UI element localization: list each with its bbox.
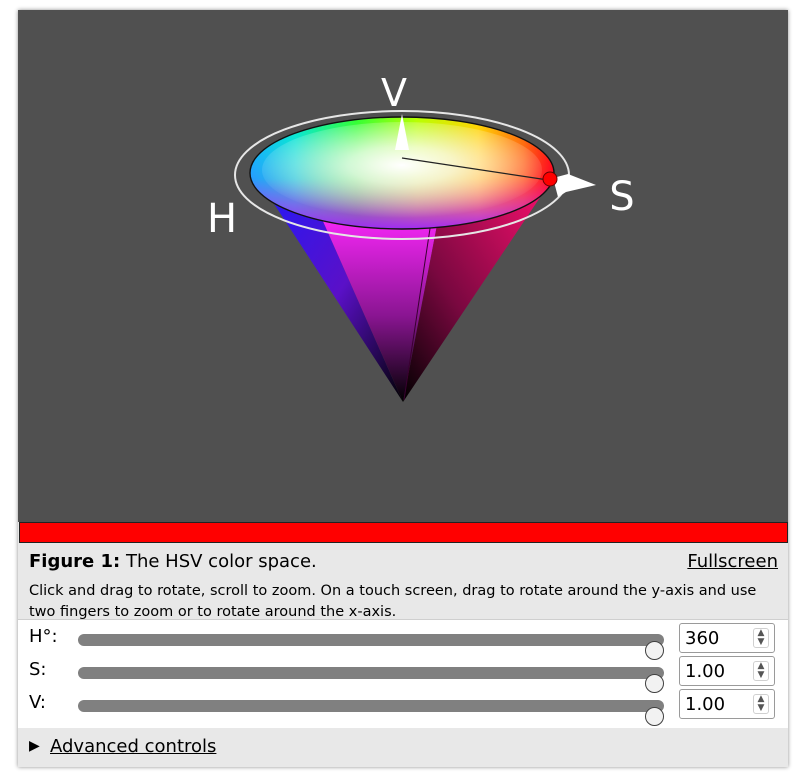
saturation-spinner-icon[interactable]: ▲ ▼ bbox=[753, 661, 769, 681]
value-label: V: bbox=[29, 692, 46, 713]
saturation-number-input[interactable]: 1.00 ▲ ▼ bbox=[679, 656, 775, 686]
hue-control-row: H°: 360 ▲ ▼ bbox=[18, 622, 788, 660]
current-color-marker bbox=[542, 171, 558, 187]
figure-label: Figure 1: bbox=[29, 551, 121, 572]
figure-description: Click and drag to rotate, scroll to zoom… bbox=[29, 583, 757, 620]
figure-caption: Figure 1: The HSV color space. Fullscree… bbox=[18, 543, 788, 620]
hsv-controls: H°: 360 ▲ ▼ S: 1.00 ▲ ▼ V: 1.00 ▲ ▼ bbox=[18, 620, 788, 728]
fullscreen-link[interactable]: Fullscreen bbox=[687, 551, 778, 572]
figure-frame: V S H Figure 1: The HSV color space. Ful… bbox=[18, 10, 788, 767]
hue-number-input[interactable]: 360 ▲ ▼ bbox=[679, 623, 775, 653]
value-control-row: V: 1.00 ▲ ▼ bbox=[18, 688, 788, 726]
figure-heading: Figure 1: The HSV color space. bbox=[29, 551, 317, 572]
value-spinner-icon[interactable]: ▲ ▼ bbox=[753, 694, 769, 714]
hue-spinner-icon[interactable]: ▲ ▼ bbox=[753, 628, 769, 648]
advanced-controls-toggle[interactable]: ▶ Advanced controls bbox=[18, 729, 788, 767]
value-slider[interactable] bbox=[78, 700, 664, 726]
hue-slider[interactable] bbox=[78, 634, 664, 660]
s-axis-label: S bbox=[609, 174, 634, 220]
triangle-right-icon: ▶ bbox=[29, 738, 40, 754]
hue-label: H°: bbox=[29, 626, 58, 647]
saturation-label: S: bbox=[29, 659, 47, 680]
h-axis-label: H bbox=[207, 196, 237, 242]
v-axis-label: V bbox=[381, 71, 407, 115]
saturation-value: 1.00 bbox=[685, 661, 726, 682]
saturation-control-row: S: 1.00 ▲ ▼ bbox=[18, 655, 788, 693]
advanced-controls-label[interactable]: Advanced controls bbox=[50, 736, 216, 757]
value-number-input[interactable]: 1.00 ▲ ▼ bbox=[679, 689, 775, 719]
hsv-cone-graphic: V S H bbox=[207, 71, 635, 402]
hsv-3d-viewport[interactable]: V S H bbox=[18, 10, 788, 522]
s-axis-arrow bbox=[553, 174, 596, 197]
value-value: 1.00 bbox=[685, 694, 726, 715]
figure-title: The HSV color space. bbox=[125, 551, 317, 572]
hue-value: 360 bbox=[685, 628, 720, 649]
value-slider-thumb[interactable] bbox=[645, 707, 664, 726]
current-color-swatch bbox=[19, 522, 788, 543]
saturation-slider[interactable] bbox=[78, 667, 664, 693]
